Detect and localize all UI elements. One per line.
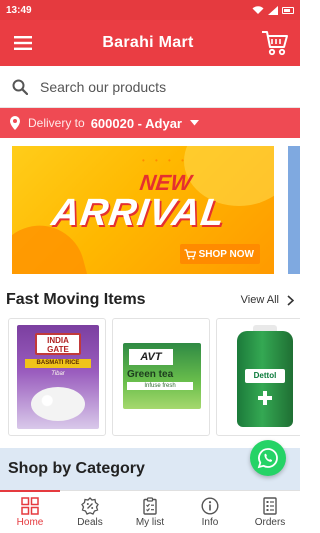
product-image: INDIA GATE BASMATI RICE Tibar [17,325,99,429]
search-bar[interactable] [0,66,300,108]
whatsapp-icon [257,448,278,469]
signal-icon [268,5,278,15]
nav-info[interactable]: Info [180,491,240,533]
product-brand: AVT [129,349,173,365]
clipboard-list-icon [143,496,157,515]
product-card[interactable]: AVT Green tea Infuse fresh [112,318,210,436]
shop-now-button[interactable]: SHOP NOW [179,244,260,264]
wifi-icon [252,5,264,14]
battery-icon [282,6,294,14]
nav-orders[interactable]: Orders [240,491,300,533]
info-icon [201,496,219,515]
product-brand: INDIA GATE [35,333,81,355]
product-variant: Tibar [51,371,65,377]
app-title: Barahi Mart [102,34,194,51]
cross-logo-icon [258,391,272,405]
search-input[interactable] [40,78,260,95]
shop-now-label: SHOP NOW [198,248,254,260]
product-variant: Infuse fresh [127,382,193,390]
nav-my-list[interactable]: My list [120,491,180,533]
view-all-link[interactable]: View All [241,294,294,306]
fast-moving-products: INDIA GATE BASMATI RICE Tibar AVT Green … [0,318,300,436]
view-all-label: View All [240,294,279,306]
product-card[interactable]: INDIA GATE BASMATI RICE Tibar [8,318,106,436]
rice-bowl-graphic [31,387,85,421]
section-title: Fast Moving Items [6,291,146,308]
product-subtitle: BASMATI RICE [25,359,91,368]
nav-label: Deals [77,516,103,528]
bottom-navigation: Home Deals My list Info Orders [0,490,300,533]
chevron-right-icon [287,294,294,306]
orders-receipt-icon [263,496,277,515]
nav-label: Orders [254,516,286,528]
hamburger-menu-icon [14,36,32,50]
status-time: 13:49 [6,4,32,16]
nav-home[interactable]: Home [0,490,60,533]
product-image: AVT Green tea Infuse fresh [121,325,203,429]
location-pin-icon [10,116,20,130]
nav-label: Home [16,516,44,528]
search-icon [12,79,28,95]
product-card[interactable]: Dettol [216,318,300,436]
banner-decor-dots: • • • • [142,156,188,165]
deals-badge-icon [81,496,99,515]
product-subtitle: Green tea [127,369,174,380]
new-arrival-banner[interactable]: • • • • NEW ARRIVAL SHOP NOW [12,146,274,274]
section-title: Shop by Category [8,460,145,477]
grid-home-icon [21,496,39,515]
delivery-location-bar[interactable]: Delivery to 600020 - Adyar [0,108,300,138]
nav-label: Info [201,516,219,528]
app-bar: Barahi Mart [0,20,300,66]
status-bar: 13:49 [0,0,300,20]
banner-headline-main: ARRIVAL [49,192,229,234]
product-image: Dettol [225,325,300,429]
hamburger-menu-button[interactable] [0,20,46,66]
delivery-location: 600020 - Adyar [90,115,182,131]
nav-deals[interactable]: Deals [60,491,120,533]
nav-label: My list [135,516,165,528]
whatsapp-button[interactable] [250,440,286,476]
fast-moving-header: Fast Moving Items View All [0,286,300,314]
next-banner-peek[interactable] [288,146,300,274]
promo-carousel[interactable]: • • • • NEW ARRIVAL SHOP NOW [0,146,300,274]
cart-button[interactable] [250,20,300,66]
product-brand: Dettol [245,369,285,383]
delivery-label: Delivery to [28,116,85,130]
shopping-cart-icon [262,31,288,56]
status-icons [252,5,294,15]
cart-icon [184,248,196,259]
chevron-down-icon [190,120,199,126]
